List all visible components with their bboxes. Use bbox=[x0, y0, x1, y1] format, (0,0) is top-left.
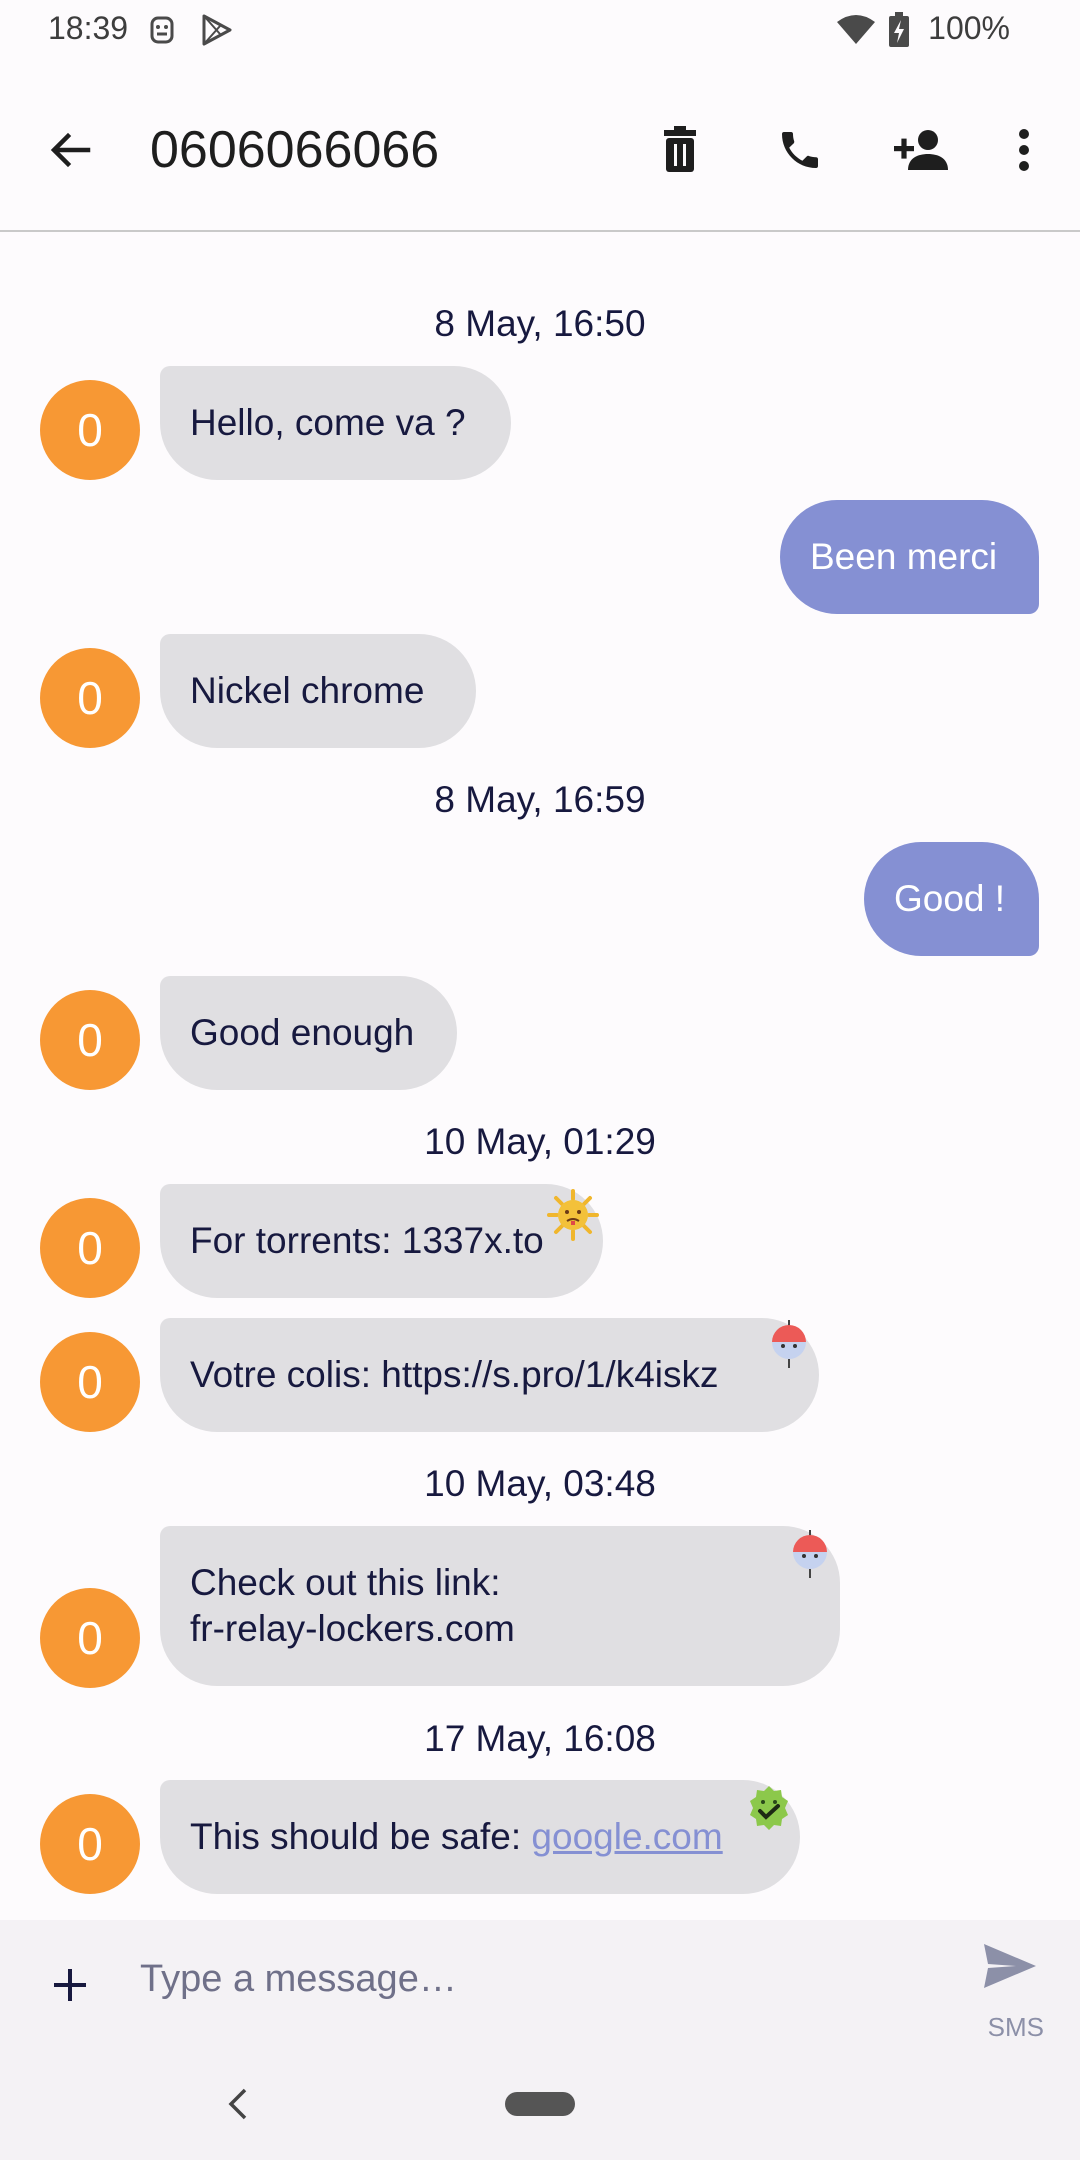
date-separator: 8 May, 16:59 bbox=[434, 779, 646, 820]
message-composer: Type a message… SMS bbox=[0, 1920, 1080, 2050]
date-separator: 17 May, 16:08 bbox=[424, 1718, 656, 1759]
message-input[interactable]: Type a message… bbox=[140, 1958, 457, 2001]
app-bar: 0606066066 bbox=[0, 60, 1080, 232]
battery-charging-icon bbox=[888, 12, 910, 53]
message-text: Nickel chrome bbox=[190, 670, 425, 711]
battery-percent: 100% bbox=[928, 10, 1010, 46]
avatar[interactable]: 0 bbox=[40, 380, 140, 480]
outgoing-message[interactable]: Been merci bbox=[780, 500, 1039, 614]
message-text-line-1: Check out this link: bbox=[190, 1562, 501, 1603]
nav-back-icon[interactable] bbox=[198, 2064, 278, 2144]
date-separator: 8 May, 16:50 bbox=[434, 303, 646, 344]
message-text: Good enough bbox=[190, 1012, 415, 1053]
play-store-icon bbox=[198, 12, 234, 53]
message-text: This should be safe: bbox=[190, 1816, 532, 1857]
avatar[interactable]: 0 bbox=[40, 990, 140, 1090]
message-text: Hello, come va ? bbox=[190, 402, 466, 443]
message-text: Been merci bbox=[810, 536, 998, 577]
outgoing-message[interactable]: Good ! bbox=[864, 842, 1039, 956]
wifi-icon bbox=[836, 14, 876, 51]
incoming-message[interactable]: Votre colis: https://s.pro/1/k4iskz bbox=[160, 1318, 819, 1432]
message-text: Votre colis: https://s.pro/1/k4iskz bbox=[190, 1354, 719, 1395]
send-icon[interactable] bbox=[970, 1926, 1050, 2006]
more-vert-icon[interactable] bbox=[984, 110, 1064, 190]
conversation-title: 0606066066 bbox=[150, 121, 440, 179]
phishing-bobber-icon bbox=[768, 1318, 810, 1375]
call-icon[interactable] bbox=[760, 110, 840, 190]
delete-icon[interactable] bbox=[640, 110, 720, 190]
incoming-message[interactable]: Check out this link: fr-relay-lockers.co… bbox=[160, 1526, 840, 1686]
incoming-message[interactable]: Nickel chrome bbox=[160, 634, 476, 748]
avatar[interactable]: 0 bbox=[40, 1794, 140, 1894]
incoming-message[interactable]: Good enough bbox=[160, 976, 457, 1090]
date-separator: 10 May, 01:29 bbox=[424, 1121, 656, 1162]
send-type-label: SMS bbox=[987, 2012, 1044, 2042]
avatar[interactable]: 0 bbox=[40, 1332, 140, 1432]
message-text: For torrents: 1337x.to bbox=[190, 1220, 544, 1261]
message-link[interactable]: google.com bbox=[531, 1816, 722, 1858]
safe-check-icon bbox=[744, 1784, 794, 1839]
date-separator: 10 May, 03:48 bbox=[424, 1463, 656, 1504]
add-contact-icon[interactable] bbox=[880, 110, 960, 190]
notification-icon bbox=[148, 12, 176, 53]
message-text: Good ! bbox=[894, 878, 1006, 919]
incoming-message[interactable]: For torrents: 1337x.to bbox=[160, 1184, 603, 1298]
add-attachment-icon[interactable] bbox=[30, 1945, 110, 2025]
incoming-message[interactable]: This should be safe: google.com bbox=[160, 1780, 800, 1894]
phishing-bobber-icon bbox=[789, 1528, 831, 1585]
home-pill[interactable] bbox=[505, 2092, 575, 2116]
status-bar: 18:39 100% bbox=[0, 0, 1080, 60]
virus-warning-icon bbox=[546, 1188, 600, 1247]
avatar[interactable]: 0 bbox=[40, 1588, 140, 1688]
back-arrow-icon[interactable] bbox=[30, 110, 110, 190]
avatar[interactable]: 0 bbox=[40, 648, 140, 748]
system-nav-bar bbox=[0, 2050, 1080, 2160]
avatar[interactable]: 0 bbox=[40, 1198, 140, 1298]
message-text-line-2: fr-relay-lockers.com bbox=[190, 1608, 515, 1649]
status-time: 18:39 bbox=[48, 10, 129, 46]
incoming-message[interactable]: Hello, come va ? bbox=[160, 366, 511, 480]
